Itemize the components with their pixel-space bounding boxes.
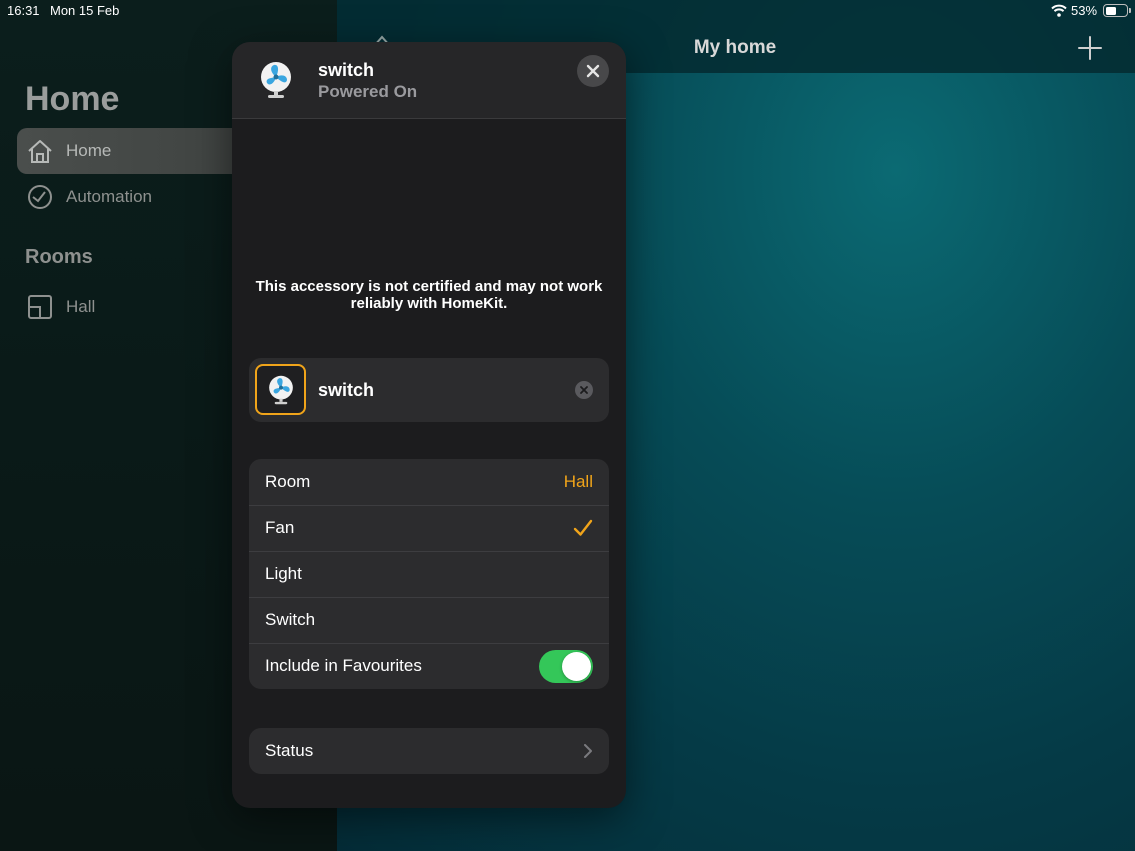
type-row-fan[interactable]: Fan: [249, 505, 609, 551]
fan-label: Fan: [265, 518, 295, 537]
rooms-heading: Rooms: [25, 246, 93, 268]
status-row[interactable]: Status: [249, 728, 609, 774]
light-label: Light: [265, 564, 302, 583]
close-button[interactable]: [577, 55, 609, 87]
main-title: My home: [693, 37, 777, 58]
favourites-label: Include in Favourites: [265, 656, 422, 675]
status-date: Mon 15 Feb: [50, 3, 120, 18]
accessory-icon-picker[interactable]: [255, 364, 306, 415]
clear-name-button[interactable]: [575, 381, 593, 399]
favourites-row: Include in Favourites: [249, 643, 609, 689]
type-row-light[interactable]: Light: [249, 551, 609, 597]
accessory-status-subtitle: Powered On: [318, 82, 418, 101]
fan-icon: [268, 375, 293, 404]
status-time: 16:31: [7, 3, 40, 18]
accessory-name-field[interactable]: switch: [318, 380, 374, 401]
status-bar: 16:31 Mon 15 Feb 53%: [0, 0, 1135, 22]
room-label: Room: [265, 472, 311, 491]
type-row-switch[interactable]: Switch: [249, 597, 609, 643]
accessory-title: switch: [318, 60, 375, 80]
fan-icon: [261, 62, 291, 98]
room-value: Hall: [563, 472, 593, 491]
status-label: Status: [265, 741, 314, 760]
sidebar-item-label: Automation: [66, 187, 152, 206]
sidebar-item-label: Hall: [66, 297, 96, 316]
accessory-sheet: switch Powered On This accessory is not …: [232, 42, 626, 808]
favourites-toggle[interactable]: [539, 649, 593, 683]
house-icon: [28, 140, 52, 163]
toggle-knob: [562, 651, 591, 681]
battery-level: [1105, 6, 1116, 15]
sidebar-title: Home: [25, 80, 120, 118]
chevron-right-icon: [584, 744, 592, 758]
add-button[interactable]: [1076, 34, 1104, 62]
clock-icon: [28, 185, 52, 209]
clear-icon: [580, 386, 588, 394]
checkmark-icon: [573, 519, 593, 536]
sidebar-item-label: Home: [66, 141, 112, 160]
room-icon: [28, 295, 52, 319]
battery-percent: 53%: [1071, 3, 1098, 18]
close-icon: [586, 64, 600, 78]
certification-warning: This accessory is not certified and may …: [255, 278, 603, 312]
room-row[interactable]: Room Hall: [249, 459, 609, 505]
switch-label: Switch: [265, 610, 316, 629]
sheet-header: switch Powered On: [232, 42, 626, 119]
battery-icon: [1103, 4, 1131, 17]
wifi-icon: [1051, 4, 1067, 17]
accessory-name-card: switch: [249, 358, 609, 422]
accessory-settings-list: Room Hall Fan Light Switch Include in Fa…: [249, 459, 609, 689]
